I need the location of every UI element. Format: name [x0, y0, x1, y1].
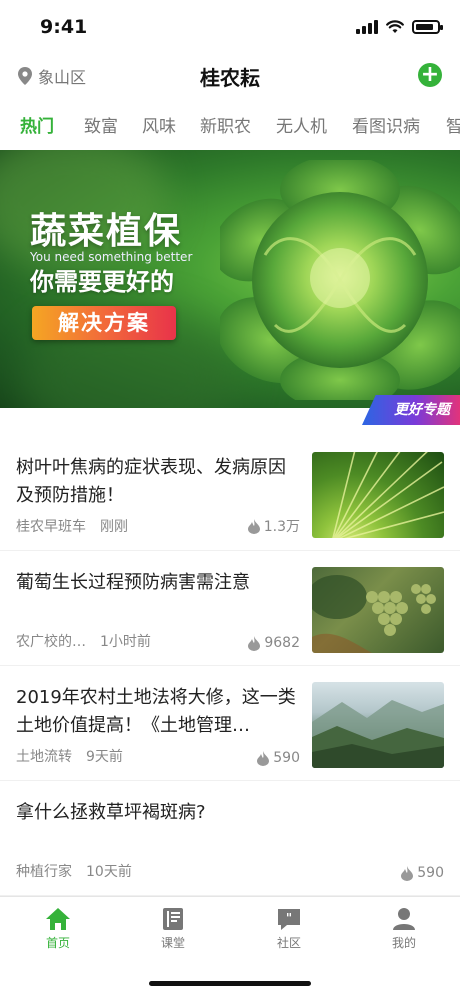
page-title: 桂农耘: [200, 66, 260, 90]
cabbage-image: [220, 160, 460, 400]
tabbar-class[interactable]: 课堂: [133, 907, 213, 951]
article-meta: 土地流转 9天前: [16, 746, 123, 766]
battery-level: [416, 24, 433, 30]
tabbar-community[interactable]: " 社区: [249, 907, 329, 951]
flame-icon: [401, 865, 414, 881]
article-item[interactable]: 2019年农村土地法将大修，这一类土地价值提高！《土地管理… 土地流转 9天前 …: [0, 666, 460, 781]
palm-leaf-image: [312, 452, 444, 538]
tab-new-farmer[interactable]: 新职农: [200, 112, 251, 137]
tabbar-profile[interactable]: 我的: [364, 907, 444, 951]
svg-text:": ": [286, 911, 292, 925]
article-time: 刚刚: [100, 519, 128, 535]
mountain-landscape-image: [312, 682, 444, 768]
article-views: 590: [257, 750, 300, 766]
article-meta: 农广校的… 1小时前: [16, 631, 151, 651]
article-views: 590: [401, 865, 444, 881]
article-item[interactable]: 树叶叶焦病的症状表现、发病原因及预防措施！ 桂农早班车 刚刚 1.3万: [0, 436, 460, 551]
flame-icon: [247, 518, 260, 534]
wifi-icon: [386, 20, 404, 33]
grapes-image: [312, 567, 444, 653]
status-icons: [356, 20, 443, 34]
bottom-tab-bar: 首页 课堂 " 社区 我的: [0, 896, 460, 996]
view-count: 1.3万: [263, 519, 300, 535]
cellular-signal-icon: [356, 20, 378, 34]
article-title: 葡萄生长过程预防病害需注意: [16, 572, 250, 593]
article-time: 10天前: [86, 864, 132, 880]
tab-flavor[interactable]: 风味: [142, 112, 176, 137]
article-item[interactable]: 拿什么拯救草坪褐斑病? 种植行家 10天前 590: [0, 781, 460, 896]
chat-icon: ": [278, 909, 300, 930]
tabbar-profile-label: 我的: [391, 936, 416, 950]
tab-image-diagnosis[interactable]: 看图识病: [352, 112, 420, 137]
article-source: 种植行家: [16, 864, 72, 880]
article-meta: 种植行家 10天前: [16, 861, 132, 881]
tabbar-home-label: 首页: [45, 936, 70, 950]
status-time: 9:41: [40, 16, 88, 38]
article-views: 1.3万: [247, 516, 300, 536]
view-count: 590: [417, 865, 444, 881]
article-time: 1小时前: [100, 634, 151, 650]
banner-title: 蔬菜植保: [30, 211, 183, 252]
tabbar-home[interactable]: 首页: [18, 907, 98, 951]
app-screen: 9:41 象山区 桂农耘 + 热门 致富 风味 新职农 无人机 看图识病 智 蔬…: [0, 0, 460, 996]
tabbar-class-label: 课堂: [160, 936, 185, 950]
book-icon: [163, 908, 183, 930]
home-indicator: [149, 981, 311, 986]
status-bar: 9:41: [0, 0, 460, 56]
home-icon: [46, 908, 70, 930]
article-time: 9天前: [86, 749, 123, 765]
view-count: 590: [273, 750, 300, 766]
tab-hot[interactable]: 热门: [20, 112, 54, 137]
tab-wealth[interactable]: 致富: [84, 112, 118, 137]
view-count: 9682: [264, 635, 300, 651]
banner-subtitle-cn: 你需要更好的: [30, 268, 174, 296]
plus-icon: +: [420, 62, 440, 87]
topic-tag[interactable]: 更好专题: [362, 395, 460, 425]
nav-bar: 象山区 桂农耘 +: [0, 56, 460, 96]
article-title: 树叶叶焦病的症状表现、发病原因及预防措施！: [16, 457, 286, 506]
article-meta: 桂农早班车 刚刚: [16, 516, 128, 536]
article-source: 农广校的…: [16, 634, 86, 650]
article-source: 桂农早班车: [16, 519, 86, 535]
article-views: 9682: [248, 635, 300, 651]
battery-icon: [412, 20, 443, 34]
tab-more[interactable]: 智: [446, 112, 460, 137]
article-item[interactable]: 葡萄生长过程预防病害需注意 农广校的… 1小时前 9682: [0, 551, 460, 666]
solution-button[interactable]: 解决方案: [32, 306, 176, 340]
article-title: 2019年农村土地法将大修，这一类土地价值提高！《土地管理…: [16, 687, 296, 736]
flame-icon: [248, 635, 261, 651]
add-button[interactable]: +: [418, 63, 442, 87]
flame-icon: [257, 750, 270, 766]
article-source: 土地流转: [16, 749, 72, 765]
tab-drone[interactable]: 无人机: [276, 112, 327, 137]
article-feed: 树叶叶焦病的症状表现、发病原因及预防措施！ 桂农早班车 刚刚 1.3万 葡萄生长…: [0, 436, 460, 896]
category-tabs: 热门 致富 风味 新职农 无人机 看图识病 智: [0, 104, 460, 144]
article-title: 拿什么拯救草坪褐斑病?: [16, 802, 206, 823]
promo-banner[interactable]: 蔬菜植保 You need something better 你需要更好的 解决…: [0, 150, 460, 408]
user-icon: [393, 908, 415, 930]
tabbar-community-label: 社区: [276, 936, 301, 950]
